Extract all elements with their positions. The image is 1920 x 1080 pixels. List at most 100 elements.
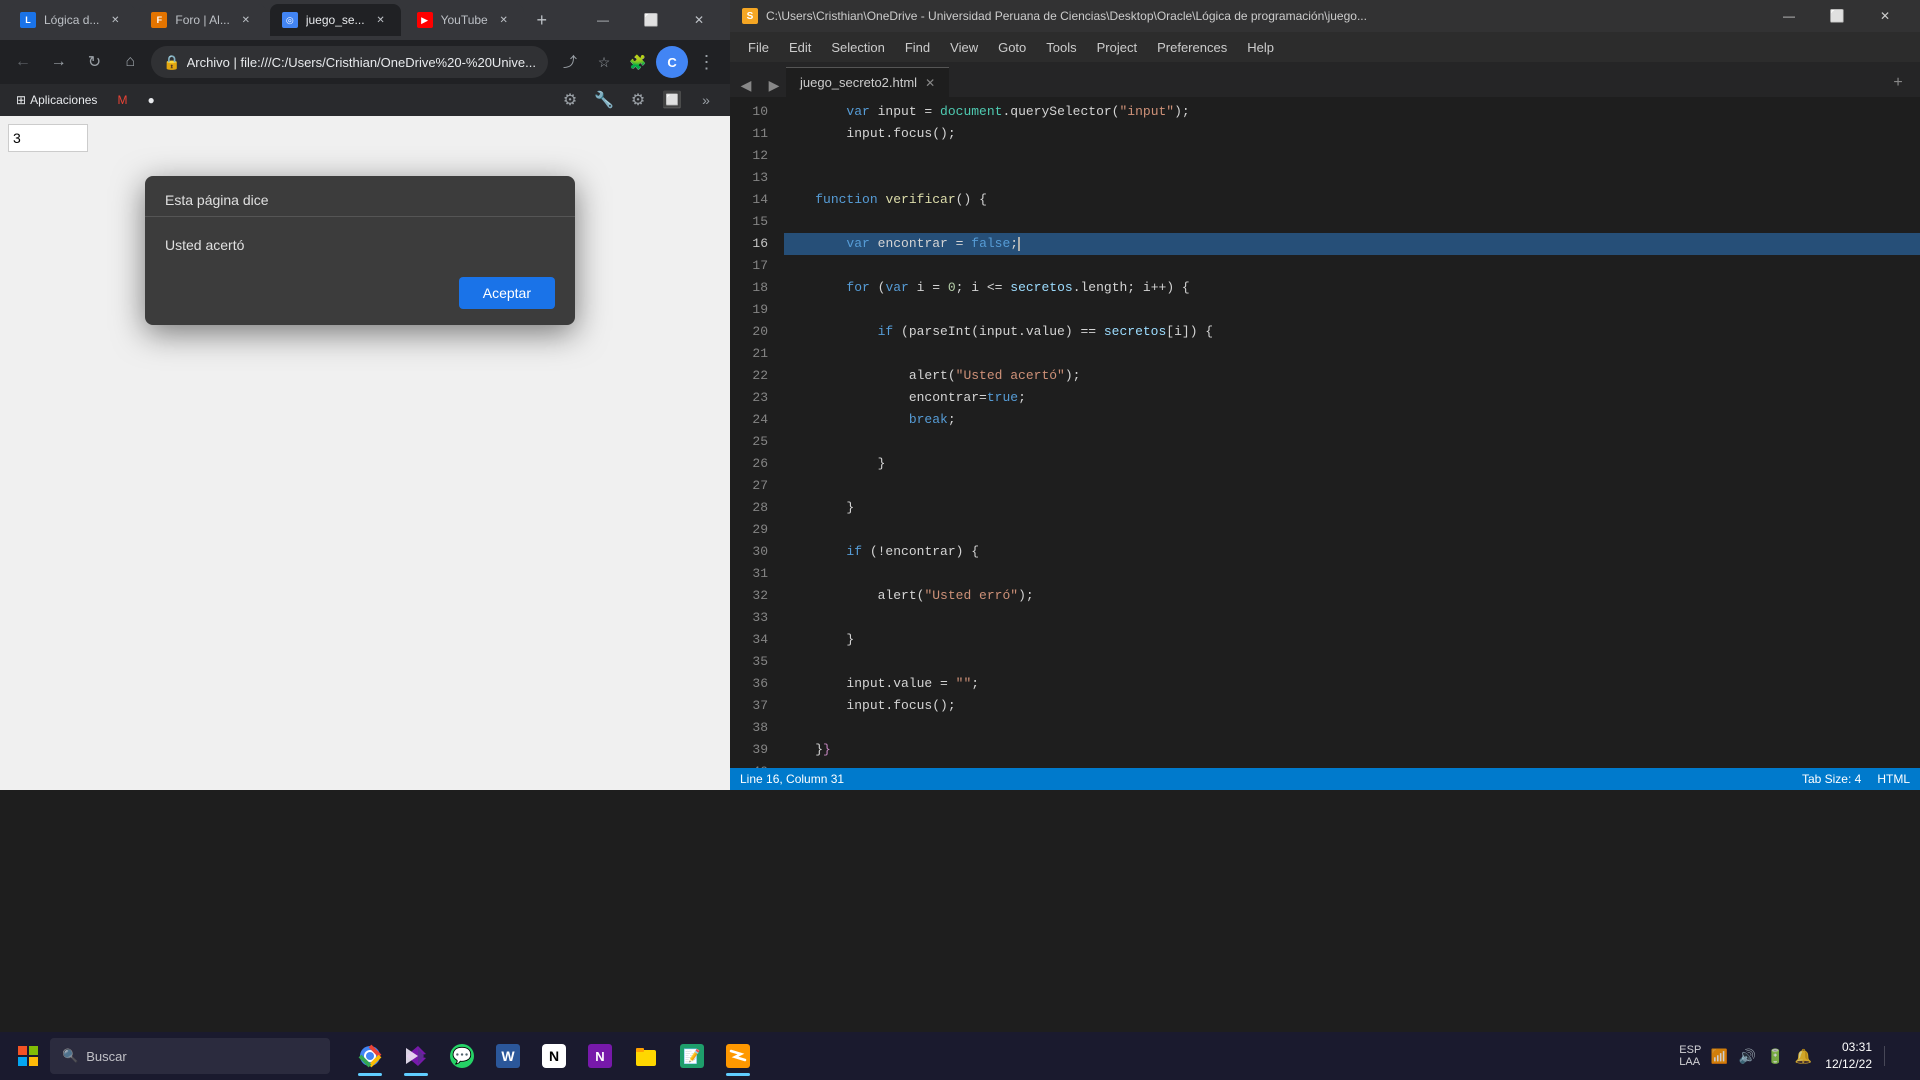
editor-next-tab[interactable]: ▶ (762, 73, 786, 97)
menu-file[interactable]: File (738, 36, 779, 59)
code-line-30[interactable]: if (!encontrar) { (784, 541, 1920, 563)
home-button[interactable]: ⌂ (115, 46, 145, 78)
bookmark-aplicaciones[interactable]: ⊞ Aplicaciones (8, 89, 105, 111)
code-line-23[interactable]: encontrar=true; (784, 387, 1920, 409)
taskbar-notepad-icon[interactable]: 📝 (670, 1034, 714, 1078)
volume-icon[interactable]: 🔊 (1737, 1046, 1757, 1066)
browser-close-button[interactable]: ✕ (676, 4, 722, 36)
code-line-32[interactable]: alert("Usted erró"); (784, 585, 1920, 607)
code-line-22[interactable]: alert("Usted acertó"); (784, 365, 1920, 387)
show-desktop-button[interactable] (1884, 1046, 1904, 1066)
new-tab-button[interactable]: + (528, 6, 556, 34)
editor-maximize-button[interactable]: ⬜ (1814, 2, 1860, 30)
tab-youtube[interactable]: ▶ YouTube ✕ (405, 4, 524, 36)
code-line-18[interactable]: for (var i = 0; i <= secretos.length; i+… (784, 277, 1920, 299)
code-line-11[interactable]: input.focus(); (784, 123, 1920, 145)
wifi-icon[interactable]: 📶 (1709, 1046, 1729, 1066)
code-line-33[interactable] (784, 607, 1920, 629)
tab-close-foro[interactable]: ✕ (238, 12, 254, 28)
alert-accept-button[interactable]: Aceptar (459, 277, 555, 309)
code-line-21[interactable] (784, 343, 1920, 365)
ext-icon-1[interactable]: ⚙ (554, 84, 586, 116)
menu-help[interactable]: Help (1237, 36, 1284, 59)
tab-close-juego[interactable]: ✕ (373, 12, 389, 28)
tab-close-youtube[interactable]: ✕ (496, 12, 512, 28)
code-lines[interactable]: var input = document.querySelector("inpu… (780, 97, 1920, 768)
code-line-20[interactable]: if (parseInt(input.value) == secretos[i]… (784, 321, 1920, 343)
share-button[interactable]: ⤴ (554, 46, 586, 78)
taskbar-explorer-icon[interactable] (624, 1034, 668, 1078)
menu-edit[interactable]: Edit (779, 36, 821, 59)
ext-icon-3[interactable]: ⚙ (622, 84, 654, 116)
bookmark-extra[interactable]: ● (139, 89, 162, 111)
back-button[interactable]: ← (8, 46, 38, 78)
code-line-25[interactable] (784, 431, 1920, 453)
browser-minimize-button[interactable]: — (580, 4, 626, 36)
taskbar-search[interactable]: 🔍 Buscar (50, 1038, 330, 1074)
extensions-button[interactable]: 🧩 (622, 46, 654, 78)
battery-icon[interactable]: 🔋 (1765, 1046, 1785, 1066)
taskbar-sublime-icon[interactable] (716, 1034, 760, 1078)
editor-prev-tab[interactable]: ◀ (734, 73, 758, 97)
code-line-19[interactable] (784, 299, 1920, 321)
browser-maximize-button[interactable]: ⬜ (628, 4, 674, 36)
menu-find[interactable]: Find (895, 36, 940, 59)
menu-view[interactable]: View (940, 36, 988, 59)
code-line-27[interactable] (784, 475, 1920, 497)
editor-tab-juego[interactable]: juego_secreto2.html ✕ (786, 67, 949, 97)
code-line-15[interactable] (784, 211, 1920, 233)
code-line-35[interactable] (784, 651, 1920, 673)
editor-split-button[interactable]: + (1884, 69, 1912, 97)
code-line-39[interactable]: }} (784, 739, 1920, 761)
menu-tools[interactable]: Tools (1036, 36, 1086, 59)
code-line-28[interactable]: } (784, 497, 1920, 519)
tab-juego[interactable]: ◎ juego_se... ✕ (270, 4, 401, 36)
taskbar-notion-icon[interactable]: N (532, 1034, 576, 1078)
notifications-icon[interactable]: 🔔 (1793, 1046, 1813, 1066)
taskbar-onenote-icon[interactable]: N (578, 1034, 622, 1078)
code-line-34[interactable]: } (784, 629, 1920, 651)
code-line-10[interactable]: var input = document.querySelector("inpu… (784, 101, 1920, 123)
bookmark-button[interactable]: ☆ (588, 46, 620, 78)
ext-icon-4[interactable]: 🔲 (656, 84, 688, 116)
code-line-16[interactable]: var encontrar = false; (784, 233, 1920, 255)
menu-button[interactable]: ⋮ (690, 46, 722, 78)
taskbar-chrome-icon[interactable] (348, 1034, 392, 1078)
menu-project[interactable]: Project (1087, 36, 1147, 59)
code-line-36[interactable]: input.value = ""; (784, 673, 1920, 695)
forward-button[interactable]: → (44, 46, 74, 78)
code-line-40[interactable] (784, 761, 1920, 768)
ext-icon-2[interactable]: 🔧 (588, 84, 620, 116)
tab-logica[interactable]: L Lógica d... ✕ (8, 4, 135, 36)
profile-button[interactable]: C (656, 46, 688, 78)
taskbar-clock[interactable]: 03:31 12/12/22 (1825, 1039, 1872, 1073)
refresh-button[interactable]: ↻ (80, 46, 110, 78)
code-line-13[interactable] (784, 167, 1920, 189)
code-line-24[interactable]: break; (784, 409, 1920, 431)
start-button[interactable] (8, 1036, 48, 1076)
editor-tab-close[interactable]: ✕ (925, 76, 935, 90)
code-line-37[interactable]: input.focus(); (784, 695, 1920, 717)
code-line-38[interactable] (784, 717, 1920, 739)
editor-close-button[interactable]: ✕ (1862, 2, 1908, 30)
tab-close-logica[interactable]: ✕ (107, 12, 123, 28)
tab-foro[interactable]: F Foro | Al... ✕ (139, 4, 265, 36)
code-line-29[interactable] (784, 519, 1920, 541)
page-input[interactable] (8, 124, 88, 152)
menu-selection[interactable]: Selection (821, 36, 894, 59)
code-line-31[interactable] (784, 563, 1920, 585)
status-right: Tab Size: 4 HTML (1802, 772, 1910, 786)
bookmark-gmail[interactable]: M (109, 89, 135, 111)
code-line-14[interactable]: function verificar() { (784, 189, 1920, 211)
menu-goto[interactable]: Goto (988, 36, 1036, 59)
ext-more[interactable]: » (690, 84, 722, 116)
taskbar-vs-icon[interactable] (394, 1034, 438, 1078)
taskbar-word-icon[interactable]: W (486, 1034, 530, 1078)
taskbar-whatsapp-icon[interactable]: 💬 (440, 1034, 484, 1078)
code-line-26[interactable]: } (784, 453, 1920, 475)
editor-minimize-button[interactable]: — (1766, 2, 1812, 30)
menu-preferences[interactable]: Preferences (1147, 36, 1237, 59)
code-line-17[interactable] (784, 255, 1920, 277)
address-bar[interactable]: 🔒 Archivo | file:///C:/Users/Cristhian/O… (151, 46, 548, 78)
code-line-12[interactable] (784, 145, 1920, 167)
